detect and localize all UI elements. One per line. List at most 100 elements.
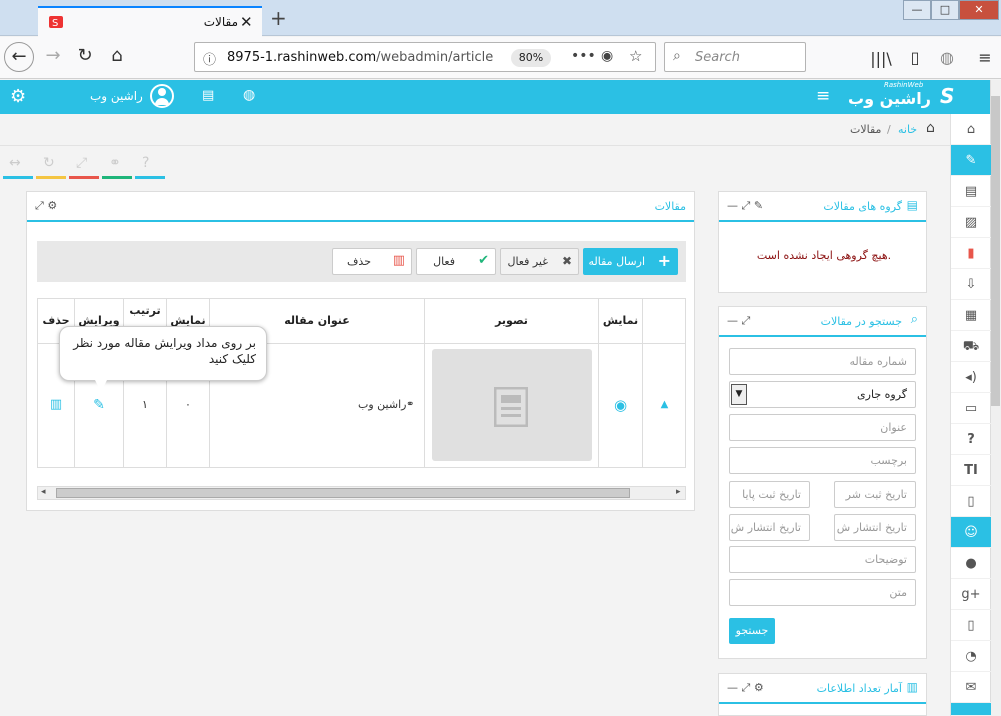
sidebar-users-icon[interactable]: ☺: [951, 517, 991, 548]
link-icon: ⚭: [406, 399, 415, 410]
sidebar-comments-icon[interactable]: ◔: [951, 641, 991, 672]
reg-date-from-placeholder: تاریخ ثبت شر: [845, 488, 907, 501]
sidebar-image-icon[interactable]: ▨: [951, 207, 991, 238]
sidebar-monitor-icon[interactable]: ▭: [951, 393, 991, 424]
breadcrumb-home-icon[interactable]: ⌂: [926, 120, 935, 136]
pub-date-to-input[interactable]: تاریخ انتشار ش: [729, 514, 810, 541]
stats-panel-title: آمار تعداد اطلاعات: [816, 682, 902, 695]
sidebar-folder-icon[interactable]: [951, 703, 991, 716]
collapse-icon[interactable]: —: [727, 681, 738, 694]
globe-extension-icon[interactable]: ◍: [936, 48, 958, 67]
sidebar-cart-icon[interactable]: ⛟: [951, 331, 991, 362]
settings-gear-icon[interactable]: ⚙: [10, 86, 26, 107]
globe-icon[interactable]: ◍: [243, 87, 255, 103]
active-button[interactable]: ✔ فعال: [416, 248, 496, 275]
menu-hamburger-icon[interactable]: ≡: [974, 48, 996, 67]
groups-panel: — ⤢ ✎ گروه های مقالات ▤ هیچ گروهی ایجاد …: [718, 191, 927, 293]
collapse-icon[interactable]: —: [727, 314, 738, 327]
description-input[interactable]: توضیحات: [729, 546, 916, 573]
card-icon[interactable]: ▤: [202, 88, 214, 103]
maximize-window-icon[interactable]: □: [931, 0, 959, 20]
title-input[interactable]: عنوان: [729, 414, 916, 441]
zoom-indicator[interactable]: 80%: [511, 49, 551, 67]
inactive-button[interactable]: ✖ غیر فعال: [500, 248, 579, 275]
breadcrumb-home[interactable]: خانه: [898, 123, 917, 136]
user-name[interactable]: راشین وب: [90, 89, 143, 103]
sidebar-download-icon[interactable]: ⇩: [951, 269, 991, 300]
expand-horizontal-icon[interactable]: ↔: [9, 155, 21, 171]
new-tab-icon[interactable]: +: [270, 6, 287, 30]
row-visible-eye-icon[interactable]: ◉: [599, 343, 643, 467]
image-placeholder[interactable]: [432, 349, 592, 461]
row-move-up-icon[interactable]: ▲: [643, 343, 685, 467]
sidebar-user-icon[interactable]: ●: [951, 548, 991, 579]
sidebar-home-icon[interactable]: ⌂: [951, 114, 991, 145]
tool-underline: [102, 176, 132, 179]
sidebar-film-icon[interactable]: ▦: [951, 300, 991, 331]
sidebar-edit-icon[interactable]: ✎: [951, 145, 991, 176]
tab-close-icon[interactable]: ✕: [240, 13, 253, 31]
dropdown-arrow-icon[interactable]: ▼: [731, 384, 747, 405]
search-button[interactable]: جستجو: [729, 618, 775, 644]
pub-date-from-input[interactable]: تاریخ انتشار ش: [834, 514, 916, 541]
browser-search-input[interactable]: ⌕ Search: [664, 42, 806, 72]
settings-icon[interactable]: ⚙: [47, 199, 57, 212]
fullscreen-icon[interactable]: ⤢: [35, 199, 44, 212]
collapse-icon[interactable]: —: [727, 199, 738, 212]
reg-date-to-input[interactable]: تاریخ ثبت پایا: [729, 481, 810, 508]
url-bar[interactable]: ⓘ 8975-1.rashinweb.com/webadmin/article …: [194, 42, 656, 72]
col-header-display-2[interactable]: نمایش: [599, 299, 643, 343]
sidebar-file-icon[interactable]: ▮: [951, 238, 991, 269]
svg-text:S: S: [52, 18, 58, 29]
send-article-button[interactable]: + ارسال مقاله: [583, 248, 678, 275]
page-scrollbar-thumb[interactable]: [991, 96, 1000, 406]
fullscreen-icon[interactable]: ⤢: [742, 314, 751, 327]
sidebar-google-plus-icon[interactable]: g+: [951, 579, 991, 610]
group-select[interactable]: گروه جاری ▼: [729, 381, 916, 408]
text-input[interactable]: متن: [729, 579, 916, 606]
help-icon[interactable]: ?: [142, 155, 149, 171]
sidebar-mobile-icon[interactable]: ▯: [951, 610, 991, 641]
back-icon[interactable]: ←: [4, 42, 34, 72]
refresh-icon[interactable]: ↻: [43, 155, 55, 171]
sidebar-document-icon[interactable]: ▯: [951, 486, 991, 517]
sidebar-question-icon[interactable]: ?: [951, 424, 991, 455]
table-horizontal-scrollbar[interactable]: ◂ ▸: [37, 486, 686, 500]
row-title-link[interactable]: راشین وب: [358, 343, 406, 467]
url-text: 8975-1.rashinweb.com/webadmin/article: [227, 50, 493, 65]
minimize-window-icon[interactable]: —: [903, 0, 931, 20]
reg-date-from-input[interactable]: تاریخ ثبت شر: [834, 481, 916, 508]
article-number-input[interactable]: شماره مقاله: [729, 348, 916, 375]
forward-icon[interactable]: →: [38, 42, 68, 72]
scroll-left-icon[interactable]: ◂: [41, 487, 46, 497]
bookmark-star-icon[interactable]: ☆: [629, 47, 642, 65]
menu-toggle-icon[interactable]: ≡: [816, 86, 830, 106]
sidebar-mail-icon[interactable]: ✉: [951, 672, 991, 703]
home-icon[interactable]: ⌂: [102, 42, 132, 72]
sidebar-volume-icon[interactable]: ◂): [951, 362, 991, 393]
sidebar-card-icon[interactable]: ▤: [951, 176, 991, 207]
reload-icon[interactable]: ↻: [70, 42, 100, 72]
tag-input[interactable]: برچسب: [729, 447, 916, 474]
groups-panel-header: — ⤢ ✎ گروه های مقالات ▤: [719, 192, 926, 222]
browser-tab[interactable]: S مقالات ✕: [38, 6, 262, 37]
fullscreen-icon[interactable]: ⤢: [76, 155, 87, 171]
more-actions-icon[interactable]: •••: [571, 48, 596, 64]
library-icon[interactable]: |||\: [870, 49, 892, 68]
fullscreen-icon[interactable]: ⤢: [742, 199, 751, 212]
groups-panel-title: گروه های مقالات: [823, 200, 902, 213]
scroll-right-icon[interactable]: ▸: [676, 487, 681, 497]
settings-icon[interactable]: ⚙: [754, 681, 764, 694]
avatar-icon[interactable]: [150, 84, 174, 108]
close-window-icon[interactable]: ✕: [959, 0, 999, 20]
sidebar-text-size-icon[interactable]: TI: [951, 455, 991, 486]
link-icon[interactable]: ⚭: [109, 155, 121, 171]
table-scroll-thumb[interactable]: [56, 488, 630, 498]
delete-button[interactable]: ▥ حذف: [332, 248, 412, 275]
edit-icon[interactable]: ✎: [754, 199, 763, 212]
fullscreen-icon[interactable]: ⤢: [742, 681, 751, 694]
pocket-icon[interactable]: ◉: [601, 48, 613, 64]
sidebar-toggle-icon[interactable]: ▯: [904, 48, 926, 67]
info-icon[interactable]: ⓘ: [203, 49, 216, 68]
article-number-placeholder: شماره مقاله: [849, 355, 907, 368]
